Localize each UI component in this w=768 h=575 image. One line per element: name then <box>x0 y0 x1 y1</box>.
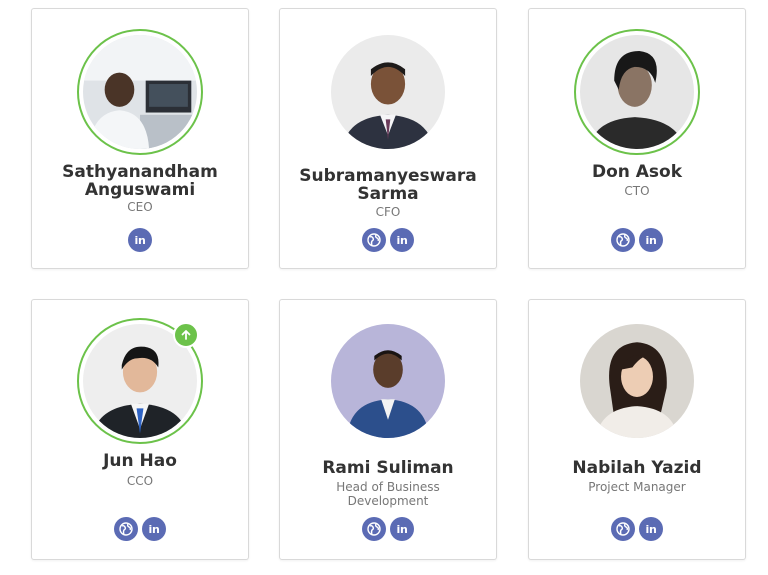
linkedin-icon[interactable]: in <box>639 517 663 541</box>
social-links: in <box>280 517 496 541</box>
profile-photo <box>580 35 694 149</box>
linkedin-text: in <box>396 522 408 536</box>
linkedin-text: in <box>148 522 160 536</box>
linkedin-text: in <box>134 233 146 247</box>
team-card: Don Asok CTO in <box>528 8 746 269</box>
profile-photo <box>83 35 197 149</box>
team-card: Subramanyeswara Sarma CFO in <box>279 8 497 269</box>
linkedin-icon[interactable]: in <box>639 228 663 252</box>
linkedin-text: in <box>396 233 408 247</box>
member-role: CCO <box>126 474 154 488</box>
member-role: Head of Business Development <box>280 480 496 508</box>
member-role: Project Manager <box>588 480 686 494</box>
avatar <box>574 29 700 155</box>
member-name-line: Jun Hao <box>103 451 177 471</box>
social-links: in <box>32 228 248 252</box>
member-name: Rami Suliman <box>280 459 496 477</box>
linkedin-icon[interactable]: in <box>390 517 414 541</box>
member-name-line: Sathyanandham <box>62 162 218 182</box>
linkedin-icon[interactable]: in <box>142 517 166 541</box>
linkedin-icon[interactable]: in <box>128 228 152 252</box>
member-name-line: Anguswami <box>84 180 196 200</box>
linkedin-text: in <box>645 233 657 247</box>
social-links: in <box>529 517 745 541</box>
social-links: in <box>529 228 745 252</box>
avatar <box>574 318 700 444</box>
member-name: Subramanyeswara Sarma <box>280 167 496 203</box>
team-card: Sathyanandham Anguswami CEO in <box>31 8 249 269</box>
member-name: Jun Hao <box>32 452 248 470</box>
arrow-up-icon <box>173 322 199 348</box>
profile-photo <box>580 324 694 438</box>
member-name-line: Don Asok <box>591 162 683 182</box>
member-role: CTO <box>624 184 650 198</box>
linkedin-icon[interactable]: in <box>390 228 414 252</box>
profile-photo <box>331 324 445 438</box>
globe-icon[interactable] <box>611 228 635 252</box>
social-links: in <box>32 517 248 541</box>
team-card: Rami Suliman Head of Business Developmen… <box>279 299 497 560</box>
member-role: CFO <box>375 205 401 219</box>
team-card: Jun Hao CCO in <box>31 299 249 560</box>
globe-icon[interactable] <box>362 517 386 541</box>
member-name: Sathyanandham Anguswami <box>32 163 248 199</box>
member-name-line: Sarma <box>357 184 419 204</box>
member-role: CEO <box>127 200 153 214</box>
globe-icon[interactable] <box>611 517 635 541</box>
team-card: Nabilah Yazid Project Manager in <box>528 299 746 560</box>
member-role-line: Development <box>347 494 429 508</box>
social-links: in <box>280 228 496 252</box>
member-name-line: Subramanyeswara <box>299 166 477 186</box>
avatar <box>325 29 451 155</box>
profile-photo <box>331 35 445 149</box>
avatar <box>77 318 203 444</box>
member-name-line: Rami Suliman <box>322 458 454 478</box>
globe-icon[interactable] <box>362 228 386 252</box>
member-name-line: Nabilah Yazid <box>572 458 702 478</box>
linkedin-text: in <box>645 522 657 536</box>
globe-icon[interactable] <box>114 517 138 541</box>
member-role-line: Head of Business <box>336 480 440 494</box>
member-name: Nabilah Yazid <box>529 459 745 477</box>
avatar <box>325 318 451 444</box>
avatar <box>77 29 203 155</box>
member-name: Don Asok <box>529 163 745 181</box>
